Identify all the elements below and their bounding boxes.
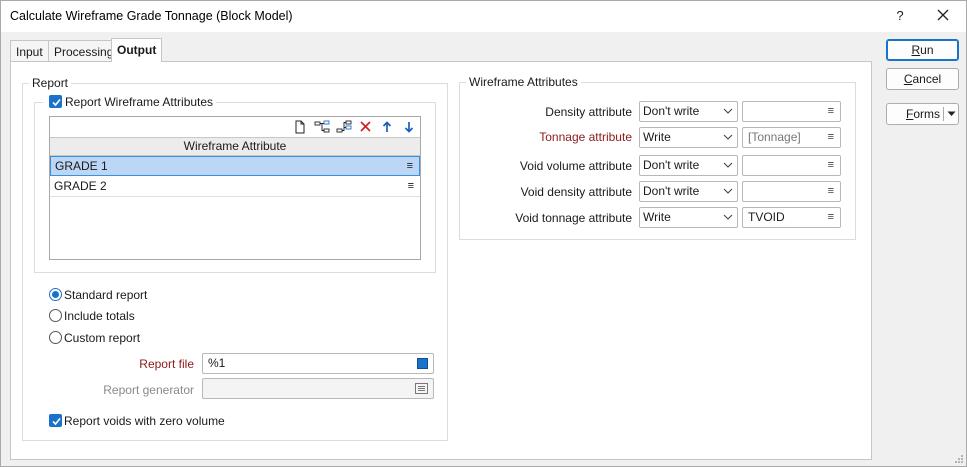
- grid-row[interactable]: GRADE 1 ≡: [50, 156, 420, 176]
- window-title: Calculate Wireframe Grade Tonnage (Block…: [10, 9, 293, 23]
- close-button[interactable]: [931, 5, 955, 27]
- split-divider: [943, 107, 944, 121]
- title-bar: Calculate Wireframe Grade Tonnage (Block…: [1, 1, 966, 32]
- tonnage-attribute-mode-select[interactable]: Write: [639, 127, 738, 148]
- tab-processing[interactable]: Processing: [48, 40, 120, 61]
- report-generator-input[interactable]: [202, 378, 434, 399]
- tab-input[interactable]: Input: [10, 40, 49, 61]
- chevron-down-icon: [723, 214, 733, 220]
- insert-after-button[interactable]: [335, 119, 353, 135]
- grid-row-value: GRADE 1: [55, 159, 108, 173]
- tonnage-attribute-input[interactable]: [Tonnage] ≡: [742, 127, 841, 148]
- tonnage-attribute-label: Tonnage attribute: [539, 130, 632, 144]
- void-volume-attribute-mode: Don't write: [643, 158, 700, 172]
- tonnage-attribute-mode: Write: [643, 130, 671, 144]
- forms-button-label: Forms: [906, 107, 941, 121]
- new-document-icon: [295, 120, 305, 134]
- report-voids-checkbox[interactable]: [49, 414, 62, 427]
- void-volume-attribute-label: Void volume attribute: [519, 159, 632, 173]
- chevron-down-icon: [723, 134, 733, 140]
- report-wireframe-attributes-checkbox[interactable]: [49, 95, 62, 108]
- chevron-down-icon: [723, 188, 733, 194]
- density-attribute-mode-select[interactable]: Don't write: [639, 101, 738, 122]
- custom-report-label: Custom report: [64, 331, 141, 345]
- new-row-button[interactable]: [291, 119, 309, 135]
- void-volume-attribute-mode-select[interactable]: Don't write: [639, 155, 738, 176]
- density-attribute-mode: Don't write: [643, 104, 700, 118]
- forms-button[interactable]: Forms: [886, 103, 959, 125]
- run-button-label: Run: [911, 43, 934, 57]
- delete-icon: [360, 121, 371, 132]
- void-tonnage-attribute-mode: Write: [643, 210, 671, 224]
- report-wireframe-attributes-label: Report Wireframe Attributes: [65, 95, 214, 109]
- report-file-value: %1: [208, 356, 226, 370]
- report-file-label: Report file: [139, 357, 194, 371]
- menu-icon[interactable]: ≡: [828, 156, 834, 175]
- report-group-legend: Report: [29, 76, 72, 90]
- grid-row[interactable]: GRADE 2 ≡: [50, 177, 420, 197]
- help-button[interactable]: ?: [890, 5, 910, 27]
- caret-down-icon[interactable]: [947, 111, 956, 117]
- delete-row-button[interactable]: [357, 119, 375, 135]
- void-tonnage-attribute-mode-select[interactable]: Write: [639, 207, 738, 228]
- check-icon: [52, 417, 61, 426]
- arrow-up-icon: [382, 121, 392, 132]
- report-wireframe-attributes-legend: Report Wireframe Attributes: [43, 95, 217, 109]
- void-tonnage-attribute-label: Void tonnage attribute: [515, 211, 632, 225]
- resize-grip-icon[interactable]: [952, 452, 964, 464]
- insert-row-button[interactable]: [313, 119, 331, 135]
- cancel-button-label: Cancel: [903, 72, 942, 86]
- report-voids-label: Report voids with zero volume: [64, 414, 225, 428]
- move-down-button[interactable]: [400, 119, 418, 135]
- custom-report-radio[interactable]: [49, 331, 62, 344]
- void-density-attribute-input[interactable]: ≡: [742, 181, 841, 202]
- wireframe-attribute-grid: Wireframe Attribute GRADE 1 ≡ GRADE 2 ≡: [49, 116, 421, 260]
- list-icon[interactable]: [415, 382, 428, 401]
- report-file-input[interactable]: %1: [202, 353, 434, 374]
- dialog-window: Calculate Wireframe Grade Tonnage (Block…: [0, 0, 967, 467]
- grid-toolbar: [50, 117, 420, 137]
- void-tonnage-attribute-input[interactable]: TVOID ≡: [742, 207, 841, 228]
- menu-icon[interactable]: ≡: [828, 102, 834, 121]
- menu-icon[interactable]: ≡: [828, 182, 834, 201]
- menu-icon[interactable]: ≡: [828, 208, 834, 227]
- wireframe-attributes-legend: Wireframe Attributes: [466, 75, 581, 89]
- grid-column-header[interactable]: Wireframe Attribute: [50, 137, 420, 156]
- grid-row-value: GRADE 2: [54, 179, 107, 193]
- chevron-down-icon: [723, 162, 733, 168]
- chevron-down-icon: [723, 108, 733, 114]
- move-up-button[interactable]: [378, 119, 396, 135]
- run-button[interactable]: Run: [886, 39, 959, 61]
- void-density-attribute-mode-select[interactable]: Don't write: [639, 181, 738, 202]
- tonnage-attribute-value: [Tonnage]: [748, 130, 801, 144]
- include-totals-radio[interactable]: [49, 309, 62, 322]
- file-browse-icon[interactable]: [417, 358, 428, 369]
- cancel-button[interactable]: Cancel: [886, 68, 959, 90]
- append-rows-icon: [336, 120, 352, 133]
- include-totals-label: Include totals: [64, 309, 135, 323]
- density-attribute-label: Density attribute: [545, 105, 632, 119]
- tab-output[interactable]: Output: [111, 38, 163, 62]
- check-icon: [52, 98, 61, 107]
- void-density-attribute-mode: Don't write: [643, 184, 700, 198]
- close-icon: [937, 9, 949, 21]
- density-attribute-input[interactable]: ≡: [742, 101, 841, 122]
- standard-report-radio[interactable]: [49, 288, 62, 301]
- menu-icon[interactable]: ≡: [828, 128, 834, 147]
- void-density-attribute-label: Void density attribute: [520, 185, 632, 199]
- insert-rows-icon: [314, 120, 330, 133]
- menu-icon[interactable]: ≡: [408, 177, 414, 196]
- standard-report-label: Standard report: [64, 288, 148, 302]
- void-tonnage-attribute-value: TVOID: [748, 210, 785, 224]
- arrow-down-icon: [404, 122, 414, 133]
- menu-icon[interactable]: ≡: [407, 157, 413, 176]
- void-volume-attribute-input[interactable]: ≡: [742, 155, 841, 176]
- report-generator-label: Report generator: [103, 383, 194, 397]
